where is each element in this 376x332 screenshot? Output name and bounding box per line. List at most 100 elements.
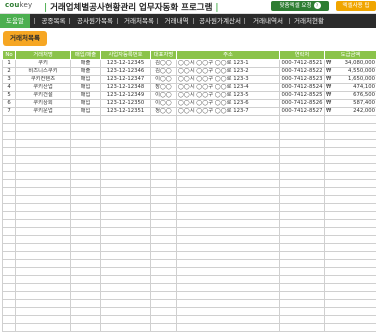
empty-cell[interactable]: [71, 156, 101, 164]
empty-cell[interactable]: [177, 124, 280, 132]
empty-cell[interactable]: [280, 140, 325, 148]
empty-cell[interactable]: [280, 244, 325, 252]
empty-cell[interactable]: [325, 228, 376, 236]
table-cell[interactable]: 쿠키상회: [16, 100, 71, 108]
empty-cell[interactable]: [101, 156, 151, 164]
empty-cell[interactable]: [3, 276, 16, 284]
empty-cell[interactable]: [3, 188, 16, 196]
empty-cell[interactable]: [177, 180, 280, 188]
empty-cell[interactable]: [16, 324, 71, 332]
empty-cell[interactable]: [71, 140, 101, 148]
empty-cell[interactable]: [3, 316, 16, 324]
empty-cell[interactable]: [151, 308, 177, 316]
empty-cell[interactable]: [151, 236, 177, 244]
empty-row[interactable]: [3, 292, 376, 300]
empty-row[interactable]: [3, 244, 376, 252]
table-cell[interactable]: 1: [3, 60, 16, 68]
table-row[interactable]: 2비즈니스쿠키매출123-12-12346김◯◯◯◯시 ◯◯구 ◯◯로 123-…: [3, 68, 376, 76]
empty-cell[interactable]: [325, 308, 376, 316]
empty-cell[interactable]: [16, 164, 71, 172]
table-cell[interactable]: 7: [3, 108, 16, 116]
empty-row[interactable]: [3, 308, 376, 316]
table-cell[interactable]: 123-12-12346: [101, 68, 151, 76]
empty-cell[interactable]: [71, 132, 101, 140]
empty-cell[interactable]: [325, 316, 376, 324]
empty-cell[interactable]: [325, 196, 376, 204]
empty-row[interactable]: [3, 252, 376, 260]
empty-cell[interactable]: [101, 140, 151, 148]
empty-cell[interactable]: [3, 260, 16, 268]
empty-cell[interactable]: [3, 228, 16, 236]
empty-cell[interactable]: [151, 172, 177, 180]
empty-cell[interactable]: [101, 188, 151, 196]
empty-cell[interactable]: [3, 180, 16, 188]
empty-cell[interactable]: [177, 212, 280, 220]
empty-cell[interactable]: [71, 268, 101, 276]
table-cell[interactable]: 123-12-12348: [101, 84, 151, 92]
empty-cell[interactable]: [151, 196, 177, 204]
empty-cell[interactable]: [325, 124, 376, 132]
nav-item-7[interactable]: 거래처현황: [292, 14, 326, 28]
table-cell[interactable]: 매입: [71, 84, 101, 92]
table-cell[interactable]: ◯◯시 ◯◯구 ◯◯로 123-4: [177, 84, 280, 92]
empty-cell[interactable]: [101, 276, 151, 284]
empty-cell[interactable]: [280, 180, 325, 188]
empty-cell[interactable]: [280, 292, 325, 300]
empty-cell[interactable]: [280, 204, 325, 212]
empty-cell[interactable]: [101, 124, 151, 132]
empty-row[interactable]: [3, 212, 376, 220]
empty-cell[interactable]: [71, 276, 101, 284]
empty-row[interactable]: [3, 276, 376, 284]
empty-cell[interactable]: [101, 324, 151, 332]
empty-cell[interactable]: [177, 220, 280, 228]
table-cell[interactable]: ◯◯시 ◯◯구 ◯◯로 123-6: [177, 100, 280, 108]
empty-cell[interactable]: [3, 124, 16, 132]
empty-cell[interactable]: [16, 148, 71, 156]
empty-cell[interactable]: [3, 132, 16, 140]
empty-cell[interactable]: [101, 228, 151, 236]
excel-tips-button[interactable]: 엑셀사용 팁: [336, 1, 376, 11]
table-cell[interactable]: 123-12-12350: [101, 100, 151, 108]
empty-cell[interactable]: [325, 204, 376, 212]
empty-cell[interactable]: [151, 204, 177, 212]
empty-cell[interactable]: [3, 300, 16, 308]
empty-cell[interactable]: [101, 260, 151, 268]
table-cell[interactable]: 김◯◯: [151, 68, 177, 76]
empty-cell[interactable]: [101, 308, 151, 316]
empty-cell[interactable]: [71, 228, 101, 236]
empty-cell[interactable]: [280, 324, 325, 332]
table-cell[interactable]: 000-7412-8525: [280, 92, 325, 100]
amount-cell[interactable]: ₩587,400: [325, 100, 376, 108]
table-cell[interactable]: 000-7412-8522: [280, 68, 325, 76]
amount-cell[interactable]: ₩474,100: [325, 84, 376, 92]
table-cell[interactable]: 쿠키건설: [16, 92, 71, 100]
empty-cell[interactable]: [177, 116, 280, 124]
empty-cell[interactable]: [177, 148, 280, 156]
table-cell[interactable]: 매출: [71, 68, 101, 76]
empty-cell[interactable]: [101, 236, 151, 244]
empty-cell[interactable]: [177, 252, 280, 260]
empty-cell[interactable]: [71, 188, 101, 196]
empty-cell[interactable]: [151, 244, 177, 252]
empty-cell[interactable]: [177, 268, 280, 276]
empty-cell[interactable]: [177, 236, 280, 244]
empty-row[interactable]: [3, 148, 376, 156]
empty-cell[interactable]: [177, 300, 280, 308]
empty-cell[interactable]: [71, 308, 101, 316]
table-row[interactable]: 6쿠키상회매입123-12-12350이◯◯◯◯시 ◯◯구 ◯◯로 123-60…: [3, 100, 376, 108]
table-cell[interactable]: 123-12-12345: [101, 60, 151, 68]
empty-cell[interactable]: [280, 260, 325, 268]
empty-cell[interactable]: [101, 300, 151, 308]
empty-cell[interactable]: [280, 252, 325, 260]
table-row[interactable]: 7쿠키운업매입123-12-12351정◯◯◯◯시 ◯◯구 ◯◯로 123-70…: [3, 108, 376, 116]
empty-cell[interactable]: [3, 284, 16, 292]
table-cell[interactable]: 매입: [71, 108, 101, 116]
empty-cell[interactable]: [325, 276, 376, 284]
empty-cell[interactable]: [177, 188, 280, 196]
empty-cell[interactable]: [101, 196, 151, 204]
empty-cell[interactable]: [71, 284, 101, 292]
empty-cell[interactable]: [177, 228, 280, 236]
empty-cell[interactable]: [3, 236, 16, 244]
table-cell[interactable]: 쿠키산업: [16, 84, 71, 92]
empty-cell[interactable]: [3, 156, 16, 164]
